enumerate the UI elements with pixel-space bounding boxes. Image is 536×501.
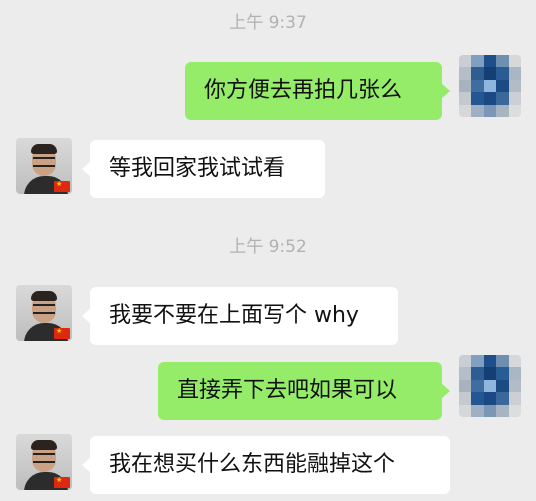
avatar-hair: [31, 144, 57, 154]
message-bubble-incoming[interactable]: 我在想买什么东西能融掉这个: [82, 436, 450, 494]
message-bubble-incoming[interactable]: 我要不要在上面写个 why: [82, 287, 398, 345]
avatar-glasses: [33, 453, 55, 463]
china-flag-icon: [54, 178, 70, 192]
message-bubble-incoming[interactable]: 等我回家我试试看: [82, 140, 325, 198]
contact-avatar-icon[interactable]: [16, 285, 72, 341]
contact-avatar-icon[interactable]: [16, 138, 72, 194]
avatar-glasses: [33, 157, 55, 167]
message-bubble-outgoing[interactable]: 直接弄下去吧如果可以: [158, 362, 450, 420]
timestamp: 上午 9:37: [229, 13, 307, 33]
message-bubble-outgoing[interactable]: 你方便去再拍几张么: [185, 62, 450, 120]
avatar-hair: [31, 291, 57, 301]
pixelated-avatar-icon[interactable]: [459, 55, 521, 117]
message-row-outgoing: 你方便去再拍几张么: [0, 55, 536, 124]
message-row-incoming: 我要不要在上面写个 why: [0, 285, 536, 349]
timestamp: 上午 9:52: [229, 237, 307, 257]
contact-avatar-icon[interactable]: [16, 434, 72, 490]
message-row-outgoing: 直接弄下去吧如果可以: [0, 355, 536, 424]
chat-conversation: 上午 9:37 你方便去再拍几张么 等我回家我试试看 上午 9:52: [0, 0, 536, 501]
avatar-hair: [31, 440, 57, 450]
china-flag-icon: [54, 325, 70, 339]
pixelated-avatar-icon[interactable]: [459, 355, 521, 417]
avatar-glasses: [33, 304, 55, 314]
china-flag-icon: [54, 474, 70, 488]
message-row-incoming: 我在想买什么东西能融掉这个: [0, 434, 536, 498]
message-row-incoming: 等我回家我试试看: [0, 138, 536, 202]
